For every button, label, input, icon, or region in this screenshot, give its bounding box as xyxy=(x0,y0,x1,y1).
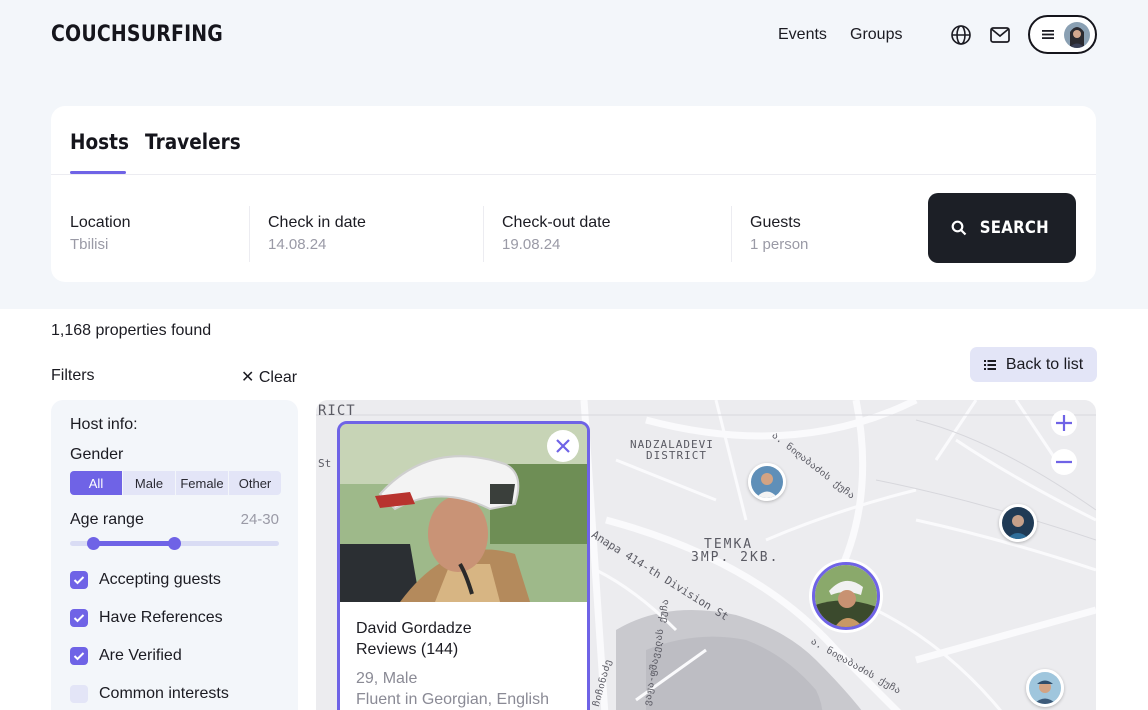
filter-are-verified[interactable]: Are Verified xyxy=(70,647,182,665)
host-marker[interactable] xyxy=(748,463,786,501)
age-range-fill xyxy=(93,541,174,546)
checkout-value: 19.08.24 xyxy=(502,236,561,253)
host-languages: Fluent in Georgian, English xyxy=(356,691,549,708)
checkbox-unchecked[interactable] xyxy=(70,685,88,703)
age-range-value: 24-30 xyxy=(240,511,279,528)
field-separator xyxy=(483,206,484,262)
zoom-in-button[interactable] xyxy=(1051,410,1077,436)
filter-common-interests[interactable]: Common interests xyxy=(70,685,229,703)
search-button[interactable]: SEARCH xyxy=(928,193,1076,263)
filter-label: Are Verified xyxy=(99,647,182,664)
location-label: Location xyxy=(70,214,131,231)
nav-events-link[interactable]: Events xyxy=(778,26,827,44)
age-range-max-handle[interactable] xyxy=(168,537,181,550)
search-icon xyxy=(951,220,966,236)
minus-icon xyxy=(1056,460,1072,464)
results-count: 1,168 properties found xyxy=(51,322,212,339)
age-range-label: Age range xyxy=(70,511,144,528)
checkbox-checked[interactable] xyxy=(70,571,88,589)
gender-option-other[interactable]: Other xyxy=(228,471,281,495)
mail-icon[interactable] xyxy=(989,24,1011,46)
gender-selector: All Male Female Other xyxy=(70,471,281,495)
filter-have-references[interactable]: Have References xyxy=(70,609,223,627)
filter-accepting-guests[interactable]: Accepting guests xyxy=(70,571,221,589)
globe-icon[interactable] xyxy=(950,24,972,46)
gender-option-male[interactable]: Male xyxy=(122,471,175,495)
host-meta: 29, Male Fluent in Georgian, English xyxy=(356,668,549,710)
gender-option-female[interactable]: Female xyxy=(175,471,228,495)
plus-icon xyxy=(1056,415,1072,431)
guests-label: Guests xyxy=(750,214,801,231)
host-age-gender: 29, Male xyxy=(356,670,418,687)
map-label: DISTRICT xyxy=(646,449,707,462)
host-profile-card[interactable]: David Gordadze Reviews (144) 29, Male Fl… xyxy=(337,421,590,710)
filter-label: Common interests xyxy=(99,685,229,702)
checkbox-checked[interactable] xyxy=(70,647,88,665)
host-marker[interactable] xyxy=(999,504,1037,542)
divider xyxy=(51,174,1096,175)
filter-panel: Host info: Gender All Male Female Other … xyxy=(51,400,298,710)
checkmark-icon xyxy=(73,576,85,585)
logo[interactable]: COUCHSURFING xyxy=(51,22,223,47)
back-to-list-button[interactable]: Back to list xyxy=(970,347,1097,382)
checkmark-icon xyxy=(73,614,85,623)
map-label: St xyxy=(318,457,332,470)
map-label: 3MP. 2KB. xyxy=(691,550,780,565)
checkout-label: Check-out date xyxy=(502,214,611,231)
close-icon: ✕ xyxy=(241,369,259,386)
search-card: Hosts Travelers Location Tbilisi Check i… xyxy=(51,106,1096,282)
search-button-label: SEARCH xyxy=(979,218,1049,238)
close-card-button[interactable] xyxy=(547,430,579,462)
host-name[interactable]: David Gordadze xyxy=(356,618,472,639)
map-label: RICT xyxy=(318,403,356,419)
filter-label: Have References xyxy=(99,609,223,626)
host-reviews: Reviews (144) xyxy=(356,641,459,658)
field-separator xyxy=(731,206,732,262)
clear-label: Clear xyxy=(258,369,298,386)
selected-host-marker[interactable] xyxy=(812,562,880,630)
menu-icon xyxy=(1042,30,1054,39)
host-name-block: David Gordadze Reviews (144) xyxy=(356,618,472,660)
checkout-field[interactable]: Check-out date 19.08.24 xyxy=(502,214,611,253)
filter-label: Accepting guests xyxy=(99,571,221,588)
clear-filters-button[interactable]: ✕ Clear xyxy=(241,367,297,387)
host-info-heading: Host info: xyxy=(70,416,138,433)
field-separator xyxy=(249,206,250,262)
list-icon xyxy=(983,359,996,370)
host-marker[interactable] xyxy=(1026,669,1064,707)
back-to-list-label: Back to list xyxy=(1005,355,1084,373)
guests-field[interactable]: Guests 1 person xyxy=(750,214,808,253)
tab-travelers[interactable]: Travelers xyxy=(145,130,241,154)
checkbox-checked[interactable] xyxy=(70,609,88,627)
close-icon xyxy=(556,439,570,453)
checkin-label: Check in date xyxy=(268,214,366,231)
guests-value: 1 person xyxy=(750,236,809,253)
checkmark-icon xyxy=(73,652,85,661)
checkin-value: 14.08.24 xyxy=(268,236,327,253)
account-menu-button[interactable] xyxy=(1028,15,1097,54)
checkin-field[interactable]: Check in date 14.08.24 xyxy=(268,214,366,253)
gender-option-all[interactable]: All xyxy=(70,471,122,495)
location-value: Tbilisi xyxy=(70,236,109,253)
filters-title: Filters xyxy=(51,367,95,384)
nav-groups-link[interactable]: Groups xyxy=(850,26,902,44)
user-avatar xyxy=(1064,22,1090,48)
zoom-out-button[interactable] xyxy=(1051,449,1077,475)
tab-hosts[interactable]: Hosts xyxy=(70,130,129,154)
age-range-min-handle[interactable] xyxy=(87,537,100,550)
gender-label: Gender xyxy=(70,446,124,463)
location-field[interactable]: Location Tbilisi xyxy=(70,214,131,253)
